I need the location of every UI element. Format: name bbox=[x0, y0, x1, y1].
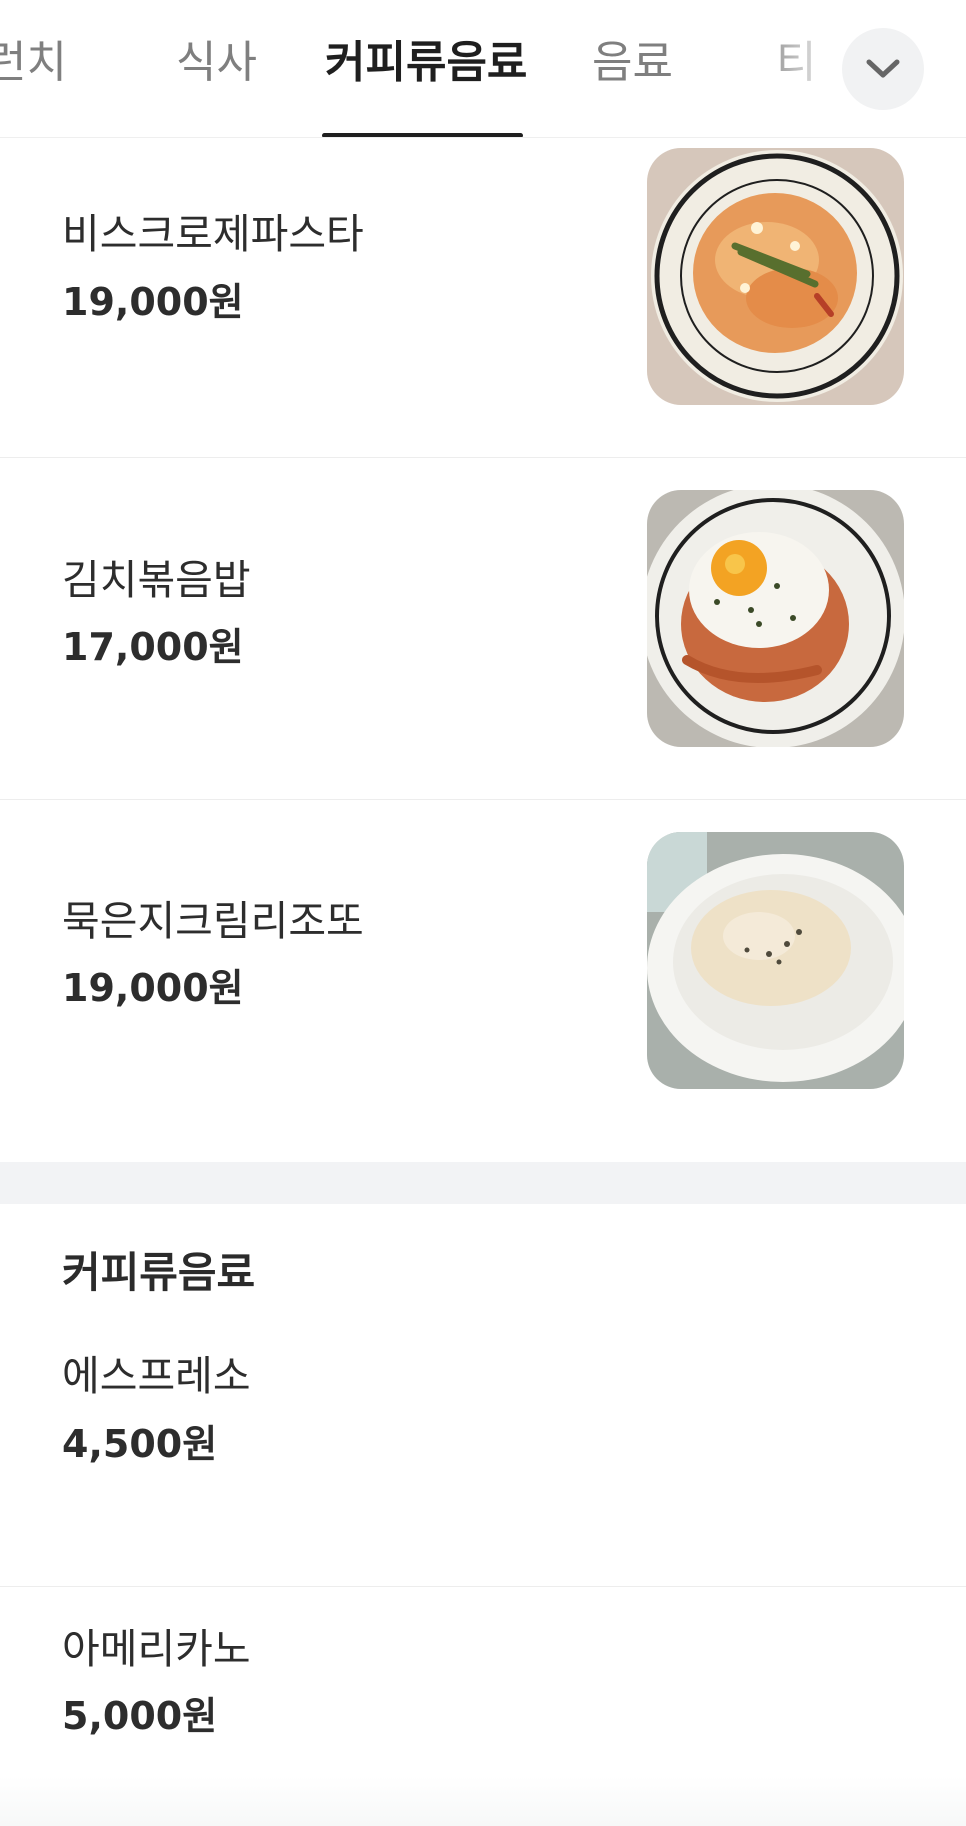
expand-categories-button[interactable] bbox=[842, 28, 924, 110]
menu-item-name: 비스크로제파스타 bbox=[62, 210, 364, 258]
menu-item-price: 4,500원 bbox=[62, 1422, 218, 1466]
menu-item[interactable]: 에스프레소 4,500원 bbox=[0, 1318, 966, 1587]
menu-item-price: 19,000원 bbox=[62, 966, 244, 1010]
menu-item-name: 아메리카노 bbox=[62, 1625, 251, 1673]
section-title: 커피류음료 bbox=[62, 1248, 256, 1297]
menu-item[interactable]: 김치볶음밥 17,000원 bbox=[0, 458, 966, 800]
category-tab-bar: 런치 식사 커피류음료 음료 티 bbox=[0, 0, 966, 138]
menu-item[interactable]: 비스크로제파스타 19,000원 bbox=[0, 138, 966, 458]
menu-item-price: 17,000원 bbox=[62, 625, 244, 669]
tab-brunch[interactable]: 런치 bbox=[0, 38, 67, 88]
menu-item-price: 5,000원 bbox=[62, 1694, 218, 1738]
tab-scroll-fade bbox=[752, 0, 842, 136]
bottom-fade bbox=[0, 1776, 966, 1826]
section-divider bbox=[0, 1162, 966, 1204]
chevron-down-icon bbox=[866, 59, 900, 78]
menu-item-price: 19,000원 bbox=[62, 280, 244, 324]
menu-item-name: 묵은지크림리조또 bbox=[62, 897, 364, 945]
menu-item-name: 김치볶음밥 bbox=[62, 556, 251, 604]
tab-coffee-drinks[interactable]: 커피류음료 bbox=[325, 38, 527, 88]
menu-item[interactable]: 묵은지크림리조또 19,000원 bbox=[0, 800, 966, 1162]
fried-rice-photo bbox=[647, 490, 904, 747]
menu-item-name: 에스프레소 bbox=[62, 1352, 251, 1400]
risotto-photo bbox=[647, 832, 904, 1089]
tab-meal[interactable]: 식사 bbox=[176, 38, 257, 88]
pasta-photo bbox=[647, 148, 904, 405]
tab-drinks[interactable]: 음료 bbox=[592, 38, 673, 88]
